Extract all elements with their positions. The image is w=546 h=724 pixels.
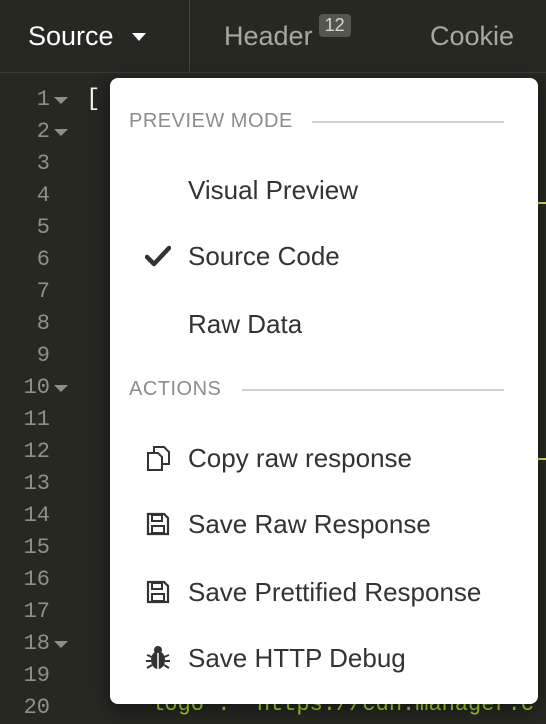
line-number: 19 (23, 663, 50, 688)
preview-mode-label: Source (28, 20, 114, 51)
menu-item-label: Save Prettified Response (188, 576, 482, 607)
line-number: 3 (36, 151, 50, 176)
menu-section-preview-mode: PREVIEW MODE (129, 110, 293, 132)
code-string-fragment (538, 440, 546, 460)
menu-item-copy-raw-response[interactable]: Copy raw response (110, 432, 538, 484)
line-number: 4 (36, 183, 50, 208)
menu-divider (312, 121, 504, 123)
line-number: 18 (23, 631, 50, 656)
line-number: 14 (23, 503, 50, 528)
code-string-fragment (538, 184, 546, 204)
preview-mode-dropdown[interactable]: Source (28, 0, 146, 72)
line-number: 2 (36, 119, 50, 144)
floppy-disk-icon (144, 510, 172, 538)
line-number: 11 (23, 407, 50, 432)
menu-item-label: Visual Preview (188, 174, 359, 205)
header-count-badge: 12 (318, 13, 351, 37)
line-number: 9 (36, 343, 50, 368)
line-number: 13 (23, 471, 50, 496)
line-number: 16 (23, 567, 50, 592)
menu-item-save-raw-response[interactable]: Save Raw Response (110, 498, 538, 550)
menu-item-label: Save HTTP Debug (188, 642, 406, 673)
line-number: 12 (23, 439, 50, 464)
tab-header[interactable]: Header 12 (224, 0, 351, 72)
line-number: 1 (36, 87, 50, 112)
menu-divider (242, 389, 504, 391)
code-text: [ (86, 86, 101, 113)
fold-arrow-icon[interactable] (54, 641, 68, 648)
line-number: 15 (23, 535, 50, 560)
menu-item-label: Copy raw response (188, 442, 412, 473)
checkmark-icon (144, 242, 172, 270)
tab-divider (189, 0, 190, 72)
menu-item-visual-preview[interactable]: Visual Preview (110, 164, 538, 216)
preview-mode-menu: PREVIEW MODE Visual Preview Source Code … (110, 78, 538, 704)
line-number: 20 (23, 695, 50, 720)
tab-cookie-label: Cookie (430, 20, 515, 51)
fold-arrow-icon[interactable] (54, 97, 68, 104)
menu-item-source-code[interactable]: Source Code (110, 230, 538, 282)
line-number: 6 (36, 247, 50, 272)
menu-item-label: Save Raw Response (188, 508, 431, 539)
line-number: 5 (36, 215, 50, 240)
fold-arrow-icon[interactable] (54, 385, 68, 392)
fold-arrow-icon[interactable] (54, 129, 68, 136)
copy-icon (144, 444, 172, 472)
line-number: 10 (23, 375, 50, 400)
bug-icon (144, 644, 172, 672)
floppy-disk-icon (144, 578, 172, 606)
line-number: 7 (36, 279, 50, 304)
chevron-down-icon (131, 33, 146, 41)
tab-cookie[interactable]: Cookie (430, 0, 514, 72)
menu-section-actions: ACTIONS (129, 378, 222, 400)
menu-item-label: Raw Data (188, 308, 303, 339)
line-number: 17 (23, 599, 50, 624)
menu-item-save-prettified-response[interactable]: Save Prettified Response (110, 566, 538, 618)
menu-item-raw-data[interactable]: Raw Data (110, 298, 538, 350)
menu-item-save-http-debug[interactable]: Save HTTP Debug (110, 632, 538, 684)
tab-header-label: Header (224, 20, 313, 51)
line-number: 8 (36, 311, 50, 336)
response-tabs-bar: Source Header 12 Cookie (0, 0, 546, 73)
menu-item-label: Source Code (188, 240, 340, 271)
